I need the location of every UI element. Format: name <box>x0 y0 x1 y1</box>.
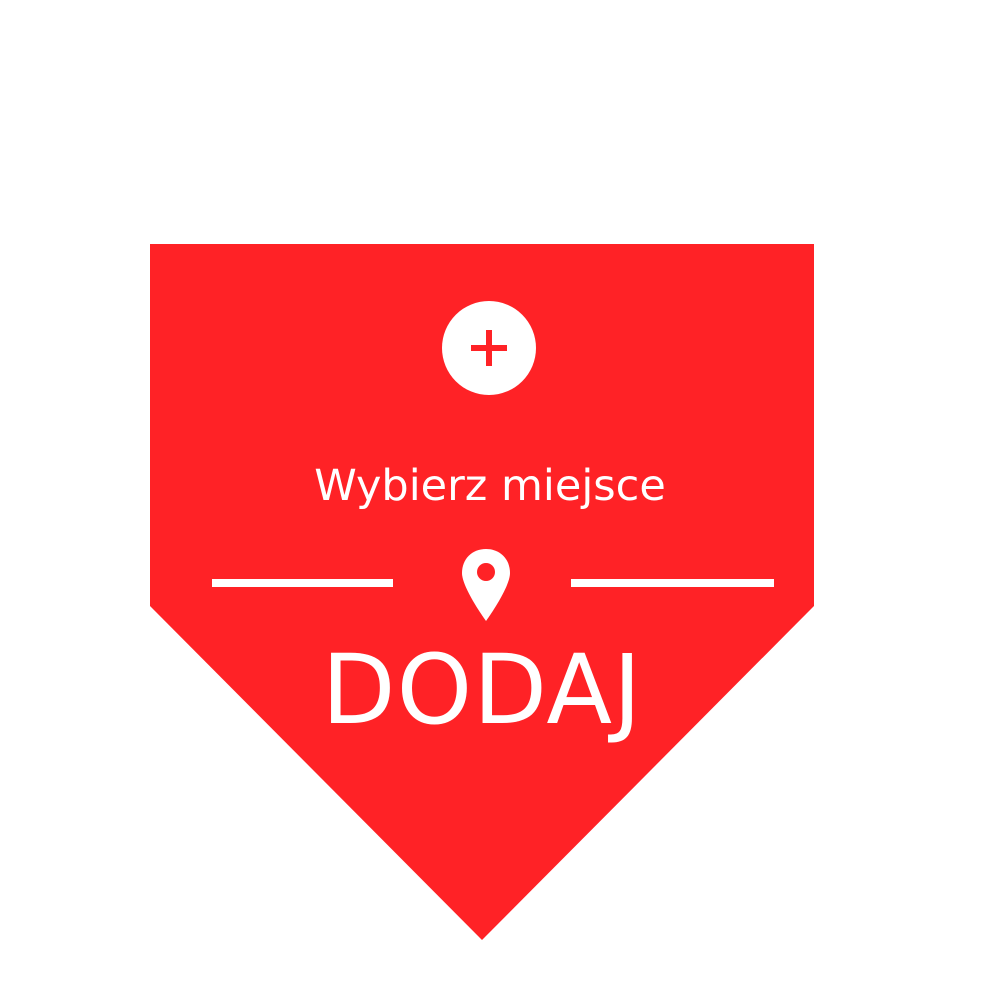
plus-icon <box>471 330 507 366</box>
add-button[interactable] <box>442 301 536 395</box>
add-place-badge[interactable]: Wybierz miejsce DODAJ <box>0 0 1000 1000</box>
add-cta-label[interactable]: DODAJ <box>150 632 814 748</box>
map-pin-icon <box>462 549 510 621</box>
divider-right <box>571 579 774 587</box>
choose-place-label: Wybierz miejsce <box>314 461 666 511</box>
divider-left <box>212 579 393 587</box>
